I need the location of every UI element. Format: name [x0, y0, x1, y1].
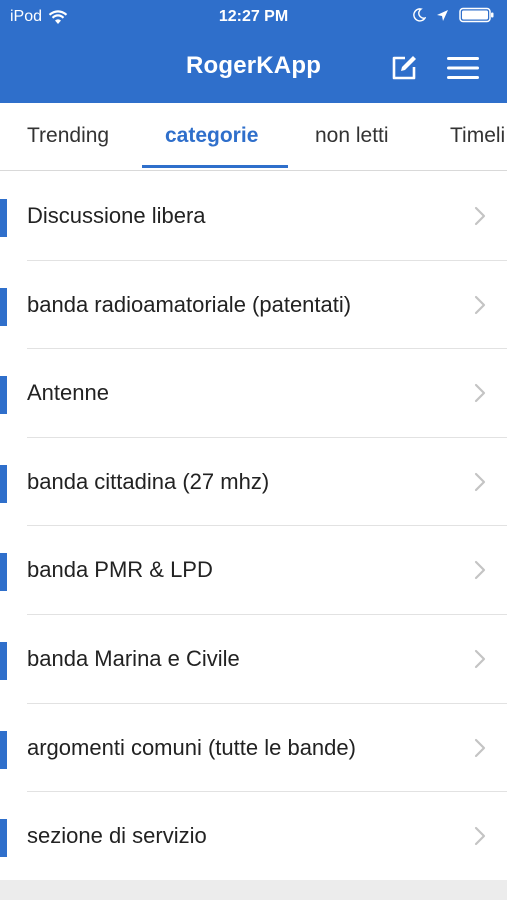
- location-arrow-icon: [437, 9, 448, 21]
- chevron-right-icon: [474, 295, 486, 314]
- tab-non-letti[interactable]: non letti: [315, 103, 389, 170]
- battery-icon: [459, 7, 494, 23]
- chevron-right-icon: [474, 561, 486, 580]
- compose-button[interactable]: [387, 51, 421, 85]
- category-row[interactable]: sezione di servizio: [0, 792, 507, 881]
- category-label: banda Marina e Civile: [27, 645, 240, 671]
- navigation-bar: RogerKApp: [0, 34, 507, 103]
- category-row[interactable]: banda cittadina (27 mhz): [0, 438, 507, 527]
- moon-icon: [413, 8, 426, 22]
- category-row[interactable]: banda PMR & LPD: [0, 526, 507, 615]
- chevron-right-icon: [474, 827, 486, 846]
- category-row[interactable]: banda radioamatoriale (patentati): [0, 261, 507, 350]
- category-color-bar: [0, 464, 7, 503]
- category-list: Discussione libera banda radioamatoriale …: [0, 172, 507, 881]
- app-title: RogerKApp: [185, 52, 322, 79]
- active-tab-indicator: [142, 165, 288, 168]
- category-color-bar: [0, 641, 7, 680]
- category-label: banda cittadina (27 mhz): [27, 468, 270, 494]
- category-color-bar: [0, 819, 7, 858]
- category-row[interactable]: argomenti comuni (tutte le bande): [0, 704, 507, 793]
- chevron-right-icon: [474, 384, 486, 403]
- top-bar: iPod 12:27 PM RogerKApp: [0, 0, 507, 103]
- chevron-right-icon: [474, 472, 486, 491]
- menu-button[interactable]: [446, 51, 480, 85]
- category-row[interactable]: banda Marina e Civile: [0, 615, 507, 704]
- tab-bar: Trending categorie non letti Timeli: [0, 103, 507, 171]
- category-label: sezione di servizio: [27, 823, 207, 849]
- category-color-bar: [0, 553, 7, 592]
- category-color-bar: [0, 199, 7, 237]
- category-color-bar: [0, 730, 7, 769]
- hamburger-menu-icon: [447, 57, 479, 79]
- chevron-right-icon: [474, 649, 486, 669]
- list-footer: [0, 880, 507, 900]
- tab-timeline[interactable]: Timeli: [450, 103, 505, 170]
- tab-trending[interactable]: Trending: [27, 103, 109, 170]
- category-label: argomenti comuni (tutte le bande): [27, 734, 356, 760]
- tab-categorie[interactable]: categorie: [165, 103, 258, 170]
- category-label: Antenne: [27, 380, 109, 406]
- chevron-right-icon: [474, 206, 486, 226]
- status-icons: [412, 7, 495, 23]
- category-label: Discussione libera: [27, 203, 206, 228]
- category-row[interactable]: Discussione libera: [0, 172, 507, 261]
- status-bar: iPod 12:27 PM: [0, 0, 507, 34]
- category-label: banda PMR & LPD: [27, 557, 213, 583]
- category-label: banda radioamatoriale (patentati): [27, 291, 352, 317]
- category-color-bar: [0, 287, 7, 326]
- chevron-right-icon: [474, 738, 486, 757]
- compose-icon: [392, 56, 416, 80]
- category-row[interactable]: Antenne: [0, 349, 507, 438]
- category-color-bar: [0, 376, 7, 415]
